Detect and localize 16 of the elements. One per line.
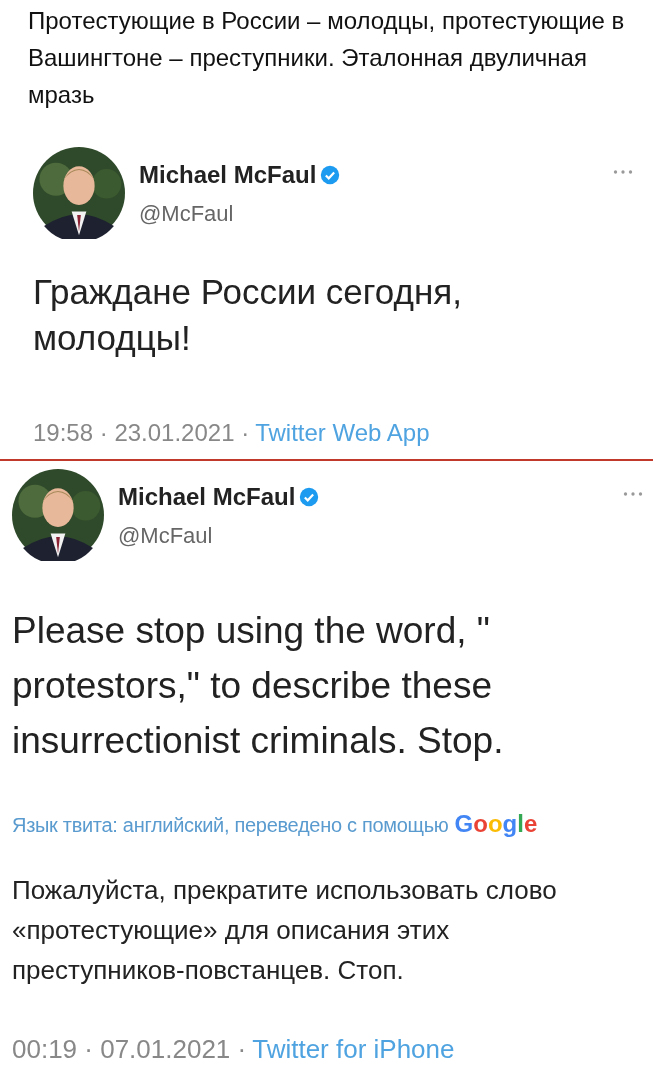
tweet-timestamp: 00:19 · 07.01.2021 · [12,1033,247,1066]
more-icon[interactable] [623,491,643,497]
more-icon[interactable] [613,169,633,175]
source-link[interactable]: Twitter for iPhone [252,1030,455,1069]
author-handle: @McFaul [118,521,214,550]
source-link[interactable]: Twitter Web App [255,415,430,451]
translation-note: Язык твита: английский, переведено с помощью [12,813,449,838]
author-handle: @McFaul [139,199,235,228]
tweet-text: Граждане России сегодня, молодцы! [33,271,463,359]
google-logo: Google [454,809,538,839]
translated-text: Пожалуйста, прекратите использовать слово «протестующие» для описания этих преступников-повстанцев. Стоп. [12,874,558,987]
caption-text: Протестующие в России – молодцы, протестующие в Вашингтоне – преступники. Эталонная двуличная мразь [27,6,626,110]
author-name: Michael McFaul [139,159,317,190]
author-name: Michael McFaul [118,481,296,512]
tweet-text: Please stop using the word, " protestors," to describe these insurrectionist criminals. Stop. [12,609,505,763]
tweet-timestamp: 19:58 · 23.01.2021 · [33,418,250,448]
